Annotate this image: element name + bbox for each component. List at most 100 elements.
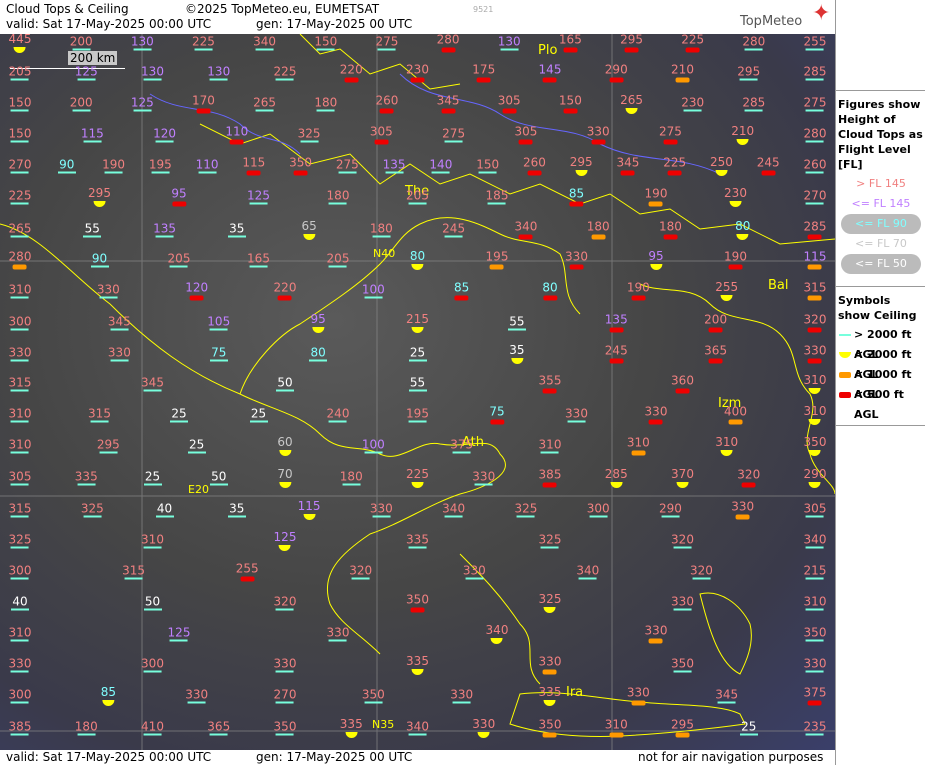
ceiling-symbol-icon — [452, 451, 471, 454]
ceiling-symbol-icon — [808, 264, 822, 270]
ceiling-symbol-icon — [591, 234, 606, 240]
cloud-top-value: 265 — [253, 95, 277, 112]
cloud-top-value: 330 — [369, 501, 393, 518]
cloud-top-value: 225 — [192, 34, 215, 51]
cloud-top-value: 130 — [497, 34, 521, 51]
ceiling-symbol-icon — [102, 700, 115, 706]
cloud-top-value: 350 — [671, 656, 694, 673]
ceiling-symbol-icon — [411, 327, 424, 333]
cloud-top-value: 55 — [507, 314, 526, 331]
ceiling-symbol-icon — [276, 701, 294, 704]
cloud-top-value: 230 — [681, 95, 705, 112]
ceiling-symbol-icon — [675, 77, 690, 83]
ceiling-symbol-icon — [344, 77, 359, 83]
cloud-top-value: 115 — [242, 156, 265, 176]
cloud-top-value: 180 — [74, 719, 98, 736]
ceiling-symbol-icon — [99, 296, 118, 299]
ceiling-symbol-icon — [187, 451, 206, 454]
cloud-top-value: 135 — [153, 221, 176, 238]
ceiling-symbol-icon — [83, 235, 102, 238]
header: Cloud Tops & Ceiling ©2025 TopMeteo.eu, … — [0, 0, 835, 34]
ceiling-symbol-icon — [809, 450, 821, 456]
ceiling-symbol-icon — [444, 515, 463, 518]
cloud-top-value: 280 — [9, 250, 31, 270]
cloud-top-value: 330 — [804, 344, 826, 364]
ceiling-symbol-icon — [720, 295, 733, 301]
cloud-top-value: 260 — [523, 156, 546, 176]
ceiling-symbol-icon — [11, 577, 29, 580]
satellite-map[interactable]: 200 km Plo The Ath Izm Bal Ira N40 E20 N… — [0, 34, 835, 750]
cloud-top-value: 35 — [227, 501, 246, 518]
ceiling-symbol-icon — [133, 48, 152, 51]
ceiling-symbol-icon — [279, 450, 291, 456]
cloud-top-value: 340 — [486, 624, 508, 644]
cloud-top-value: 310 — [804, 374, 826, 394]
legend-panel: Figures show Height of Cloud Tops as Fli… — [835, 0, 925, 765]
ceiling-symbol-icon — [575, 170, 588, 176]
cloud-top-value: 110 — [225, 125, 248, 145]
ceiling-symbol-icon — [541, 546, 559, 549]
cloud-top-value: 135 — [382, 157, 406, 174]
ceiling-symbol-icon — [806, 171, 824, 174]
cloud-top-value: 95 — [171, 187, 187, 207]
ceiling-symbol-icon — [77, 483, 96, 486]
ceiling-symbol-icon — [72, 48, 91, 51]
ceiling-symbol-icon — [474, 483, 493, 486]
ceiling-symbol-icon — [110, 328, 129, 331]
ceiling-symbol-icon — [255, 48, 274, 51]
ceiling-symbol-icon — [502, 108, 517, 114]
cloud-top-value: 245 — [605, 344, 628, 364]
ceiling-symbol-icon — [143, 78, 162, 81]
ceiling-symbol-icon — [761, 170, 776, 176]
cloud-top-value: 290 — [804, 468, 826, 488]
ceiling-symbol-icon — [692, 577, 711, 580]
cloud-top-value: 305 — [803, 501, 827, 518]
ceiling-symbol-icon — [610, 482, 623, 488]
ceiling-symbol-icon — [431, 171, 450, 174]
ceiling-symbol-icon — [11, 670, 29, 673]
ceiling-symbol-icon — [663, 234, 678, 240]
cloud-top-value: 310 — [8, 625, 32, 642]
cloud-top-value: 95 — [648, 250, 664, 270]
ceiling-symbol-icon — [708, 327, 723, 333]
ceiling-symbol-icon — [11, 171, 29, 174]
cloud-top-value: 300 — [8, 687, 32, 704]
legend-symbol-item: < 500 ft AGL — [836, 385, 925, 421]
cloud-top-value: 300 — [141, 656, 164, 673]
cloud-top-value: 360 — [671, 374, 694, 394]
ceiling-symbol-icon — [374, 139, 389, 145]
cloud-top-value: 255 — [236, 562, 259, 582]
ceiling-symbol-icon — [624, 47, 639, 53]
cloud-top-value: 150 — [8, 126, 32, 143]
cloud-top-value: 180 — [369, 221, 393, 238]
legend-heights: Figures show Height of Cloud Tops as Fli… — [836, 97, 925, 274]
ceiling-symbol-icon — [13, 264, 27, 270]
cloud-top-value: 340 — [576, 563, 600, 580]
ceiling-symbol-icon — [93, 201, 106, 207]
ceiling-symbol-icon — [408, 546, 427, 549]
cloud-top-value: 120 — [185, 281, 208, 301]
ceiling-symbol-icon — [543, 77, 557, 83]
city-label: Bal — [768, 278, 789, 293]
cloud-top-value: 145 — [539, 63, 561, 83]
ceiling-symbol-icon — [490, 419, 504, 425]
cloud-top-value: 200 — [69, 34, 93, 51]
cloud-top-value: 180 — [326, 188, 350, 205]
cloud-top-value: 100 — [361, 437, 385, 454]
cloud-top-value: 330 — [587, 125, 610, 145]
cloud-top-value: 230 — [724, 187, 747, 207]
cloud-top-value: 65 — [301, 220, 317, 240]
ceiling-symbol-icon — [452, 701, 471, 704]
cloud-top-value: 355 — [539, 374, 561, 394]
cloud-top-value: 345 — [107, 314, 131, 331]
cloud-top-value: 340 — [514, 220, 537, 240]
cloud-top-value: 130 — [141, 64, 164, 81]
cloud-top-value: 225 — [663, 156, 686, 176]
ceiling-symbol-icon — [609, 732, 624, 738]
cloud-top-value: 330 — [472, 469, 496, 486]
cloud-top-value: 260 — [803, 157, 827, 174]
cloud-top-value: 195 — [406, 406, 429, 423]
ceiling-symbol-icon — [11, 296, 29, 299]
ceiling-symbol-icon — [454, 295, 469, 301]
ceiling-symbol-icon — [133, 109, 152, 112]
